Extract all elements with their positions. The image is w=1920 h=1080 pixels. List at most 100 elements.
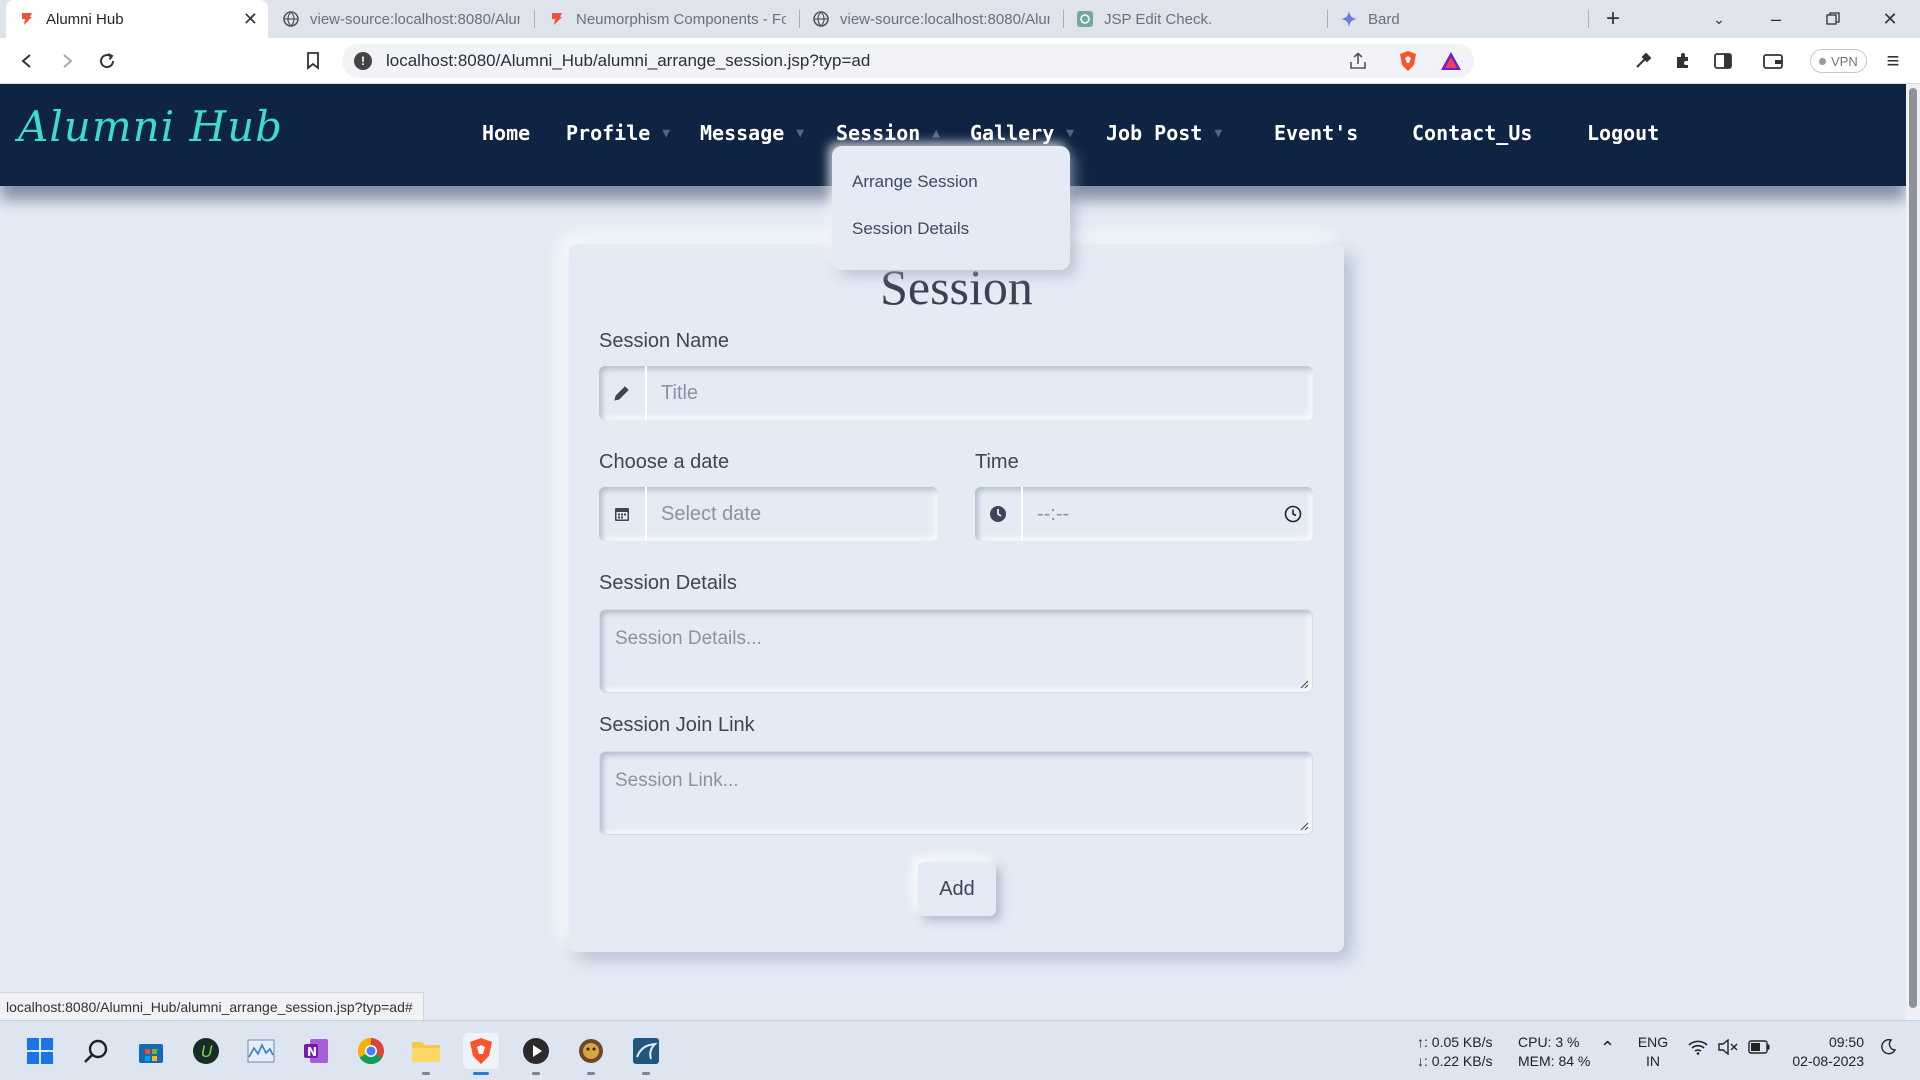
show-hidden-icons-chevron-icon[interactable]: ⌃ [1600,1039,1615,1058]
active-indicator [473,1072,489,1075]
address-bar[interactable]: ! localhost:8080/Alumni_Hub/alumni_arran… [342,44,1474,78]
session-name-field[interactable]: Title [599,366,1313,420]
bookmark-icon[interactable] [298,46,328,76]
extensions-icon[interactable] [1668,46,1698,76]
resize-grip-icon[interactable] [1299,821,1309,831]
scrollbar-thumb[interactable] [1909,88,1917,1008]
add-button[interactable]: Add [918,862,996,916]
windows-taskbar: U N ↑: 0.05 KB/s ↓: 0.22 KB/s CPU: 3 % M… [0,1020,1920,1080]
brave-browser-icon[interactable] [463,1033,499,1075]
site-info-icon[interactable]: ! [354,52,372,70]
chevron-down-icon: ▼ [662,125,671,141]
nav-events[interactable]: Event's [1274,118,1358,148]
tab-divider [534,10,535,28]
page-scrollbar[interactable] [1906,84,1920,1020]
tab-neumorphism[interactable]: Neumorphism Components - Fo [536,0,798,38]
svg-text:N: N [307,1045,317,1059]
chevron-down-icon: ▼ [1214,125,1223,141]
close-tab-icon[interactable]: ✕ [243,9,258,30]
brand-favicon-icon [18,10,36,28]
media-player-icon[interactable] [518,1033,554,1075]
minimize-button[interactable]: – [1753,0,1799,38]
nav-session[interactable]: Session ▲ [836,118,940,148]
session-link-textarea[interactable]: Session Link... [599,751,1313,835]
date-input[interactable]: Select date [647,503,938,526]
tomcat-icon[interactable] [573,1033,609,1075]
search-icon[interactable] [78,1033,114,1069]
restore-button[interactable] [1810,0,1856,38]
resize-grip-icon[interactable] [1299,679,1309,689]
wallet-icon[interactable] [1758,46,1788,76]
browser-toolbar: ! localhost:8080/Alumni_Hub/alumni_arran… [0,38,1920,84]
language-indicator[interactable]: ENG IN [1636,1033,1670,1071]
brand-favicon-icon [548,10,566,28]
chatgpt-icon [1076,10,1094,28]
resource-monitor-icon[interactable] [243,1033,279,1069]
session-form-card: Session Session Name Title Choose a date… [569,244,1344,952]
chevron-down-icon: ▼ [796,125,805,141]
network-speed: ↑: 0.05 KB/s ↓: 0.22 KB/s [1417,1034,1493,1069]
reload-button[interactable] [92,46,122,76]
nav-home[interactable]: Home [482,118,530,148]
nav-gallery[interactable]: Gallery ▼ [970,118,1074,148]
tab-divider [1588,10,1589,28]
new-tab-button[interactable]: + [1590,0,1636,38]
globe-icon [812,10,830,28]
site-logo[interactable]: Alumni Hub [18,102,283,151]
bard-sparkle-icon [1340,10,1358,28]
running-indicator [532,1072,540,1075]
session-link-label: Session Join Link [599,714,755,736]
system-usage: CPU: 3 % MEM: 84 % [1518,1034,1591,1069]
date-field[interactable]: Select date [599,487,938,541]
wifi-icon[interactable] [1688,1039,1708,1060]
tab-alumni-hub[interactable]: Alumni Hub ✕ [6,0,268,38]
back-button[interactable] [12,46,42,76]
time-picker-clock-icon[interactable] [1273,505,1313,523]
eyedropper-icon[interactable] [1628,46,1658,76]
calendar-icon [599,487,647,541]
file-explorer-icon[interactable] [408,1033,444,1075]
session-details-textarea[interactable]: Session Details... [599,609,1313,693]
menu-icon[interactable]: ≡ [1878,46,1908,76]
nav-logout[interactable]: Logout [1587,118,1659,148]
windows-start-icon[interactable] [22,1033,58,1069]
pencil-icon [599,366,647,420]
brave-shield-icon[interactable] [1394,44,1422,78]
tab-view-source-2[interactable]: view-source:localhost:8080/Alum [800,0,1062,38]
tab-view-source-1[interactable]: view-source:localhost:8080/Alum [270,0,532,38]
chrome-icon[interactable] [353,1033,389,1069]
share-icon[interactable] [1344,44,1372,78]
tab-search-chevron-icon[interactable]: ⌄ [1696,0,1742,38]
running-indicator [587,1072,595,1075]
menu-item-arrange-session[interactable]: Arrange Session [852,172,978,192]
onenote-icon[interactable]: N [298,1033,334,1069]
close-window-button[interactable]: ✕ [1867,0,1913,38]
time-field[interactable]: --:-- [975,487,1313,541]
session-name-label: Session Name [599,330,730,352]
nav-contact-us[interactable]: Contact_Us [1412,118,1532,148]
brave-rewards-icon[interactable] [1437,44,1465,78]
time-input[interactable]: --:-- [1023,503,1273,526]
volume-muted-icon[interactable] [1718,1038,1738,1060]
forward-button[interactable] [52,46,82,76]
mysql-workbench-icon[interactable] [628,1033,664,1075]
vpn-button[interactable]: VPN [1810,49,1867,73]
upwork-icon[interactable]: U [188,1033,224,1069]
sidebar-icon[interactable] [1708,46,1738,76]
nav-profile[interactable]: Profile ▼ [566,118,670,148]
nav-job-post[interactable]: Job Post ▼ [1106,118,1222,148]
tab-strip: Alumni Hub ✕ view-source:localhost:8080/… [0,0,1920,38]
nav-message[interactable]: Message ▼ [700,118,804,148]
tab-bard[interactable]: Bard [1328,0,1588,38]
globe-icon [282,10,300,28]
menu-item-session-details[interactable]: Session Details [852,219,969,239]
tab-jsp-edit[interactable]: JSP Edit Check. [1064,0,1326,38]
time-label: Time [975,451,1019,473]
notifications-moon-icon[interactable] [1880,1038,1897,1060]
session-dropdown-menu: Arrange Session Session Details [832,146,1070,270]
microsoft-store-icon[interactable] [133,1033,169,1069]
clock-icon [975,487,1023,541]
clock[interactable]: 09:50 02-08-2023 [1788,1033,1864,1071]
session-name-input[interactable]: Title [647,382,1313,405]
battery-icon[interactable] [1748,1040,1770,1059]
